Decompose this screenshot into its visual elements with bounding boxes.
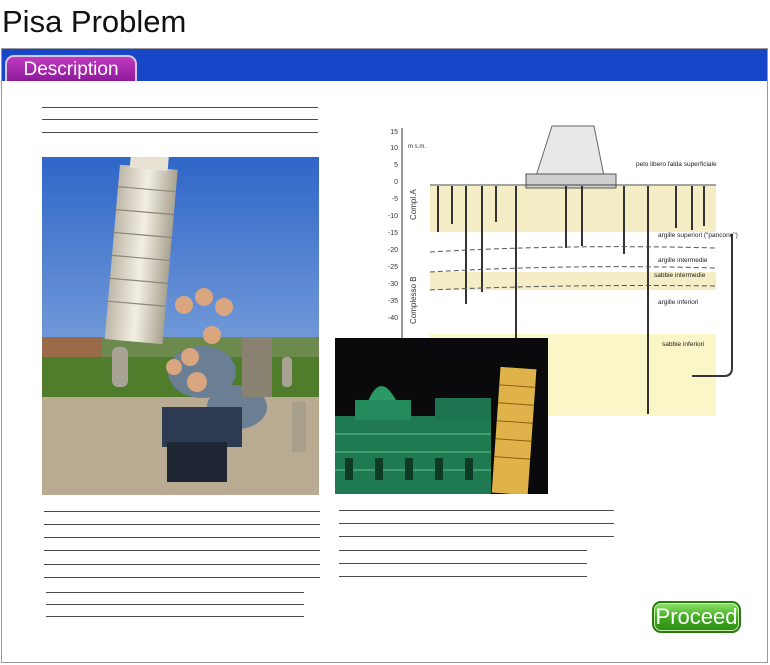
depth-tick: 10 xyxy=(390,145,398,152)
depth-tick: -40 xyxy=(388,315,398,322)
content-panel: Description m s.m. 15 10 5 0 -5 -10 -15 … xyxy=(1,48,768,663)
depth-tick: -5 xyxy=(392,196,398,203)
text-line xyxy=(42,107,318,108)
text-line xyxy=(44,564,320,565)
depth-tick: 0 xyxy=(394,179,398,186)
text-line xyxy=(44,577,320,578)
text-line xyxy=(339,563,587,564)
scale-unit: m s.m. xyxy=(408,144,426,150)
layer-label: argille intermedie xyxy=(658,257,708,264)
text-line xyxy=(339,576,587,577)
depth-tick: -25 xyxy=(388,264,398,271)
layer-label: argille inferiori xyxy=(658,299,698,306)
text-line xyxy=(44,537,320,538)
text-line xyxy=(44,524,320,525)
text-line xyxy=(339,510,614,511)
layer-label: sabbie inferiori xyxy=(662,341,704,348)
depth-tick: 5 xyxy=(394,162,398,169)
text-line xyxy=(46,616,304,617)
tab-description[interactable]: Description xyxy=(5,55,137,81)
page-title: Pisa Problem xyxy=(2,4,187,39)
layer-label: sabbie intermedie xyxy=(654,272,706,279)
layer-label: pelo libero falda superficiale xyxy=(636,161,717,168)
text-line xyxy=(46,592,304,593)
depth-tick: -35 xyxy=(388,298,398,305)
text-line xyxy=(339,523,614,524)
depth-tick: 15 xyxy=(390,129,398,136)
text-line xyxy=(42,132,318,133)
text-line xyxy=(46,604,304,605)
text-line xyxy=(44,550,320,551)
night-cathedral-photo xyxy=(335,338,548,494)
text-line xyxy=(339,550,587,551)
text-line xyxy=(44,511,320,512)
depth-tick: -10 xyxy=(388,213,398,220)
text-line xyxy=(42,119,318,120)
depth-tick: -15 xyxy=(388,230,398,237)
proceed-button[interactable]: Proceed xyxy=(652,601,741,633)
depth-tick: -30 xyxy=(388,281,398,288)
layer-label: argille superiori ("pancone") xyxy=(658,232,738,239)
complex-label: Complesso B xyxy=(409,276,418,324)
complex-label: Compl.A xyxy=(409,189,418,220)
text-line xyxy=(339,536,614,537)
tower-photo xyxy=(42,157,319,495)
tab-bar: Description xyxy=(2,49,767,81)
depth-tick: -20 xyxy=(388,247,398,254)
